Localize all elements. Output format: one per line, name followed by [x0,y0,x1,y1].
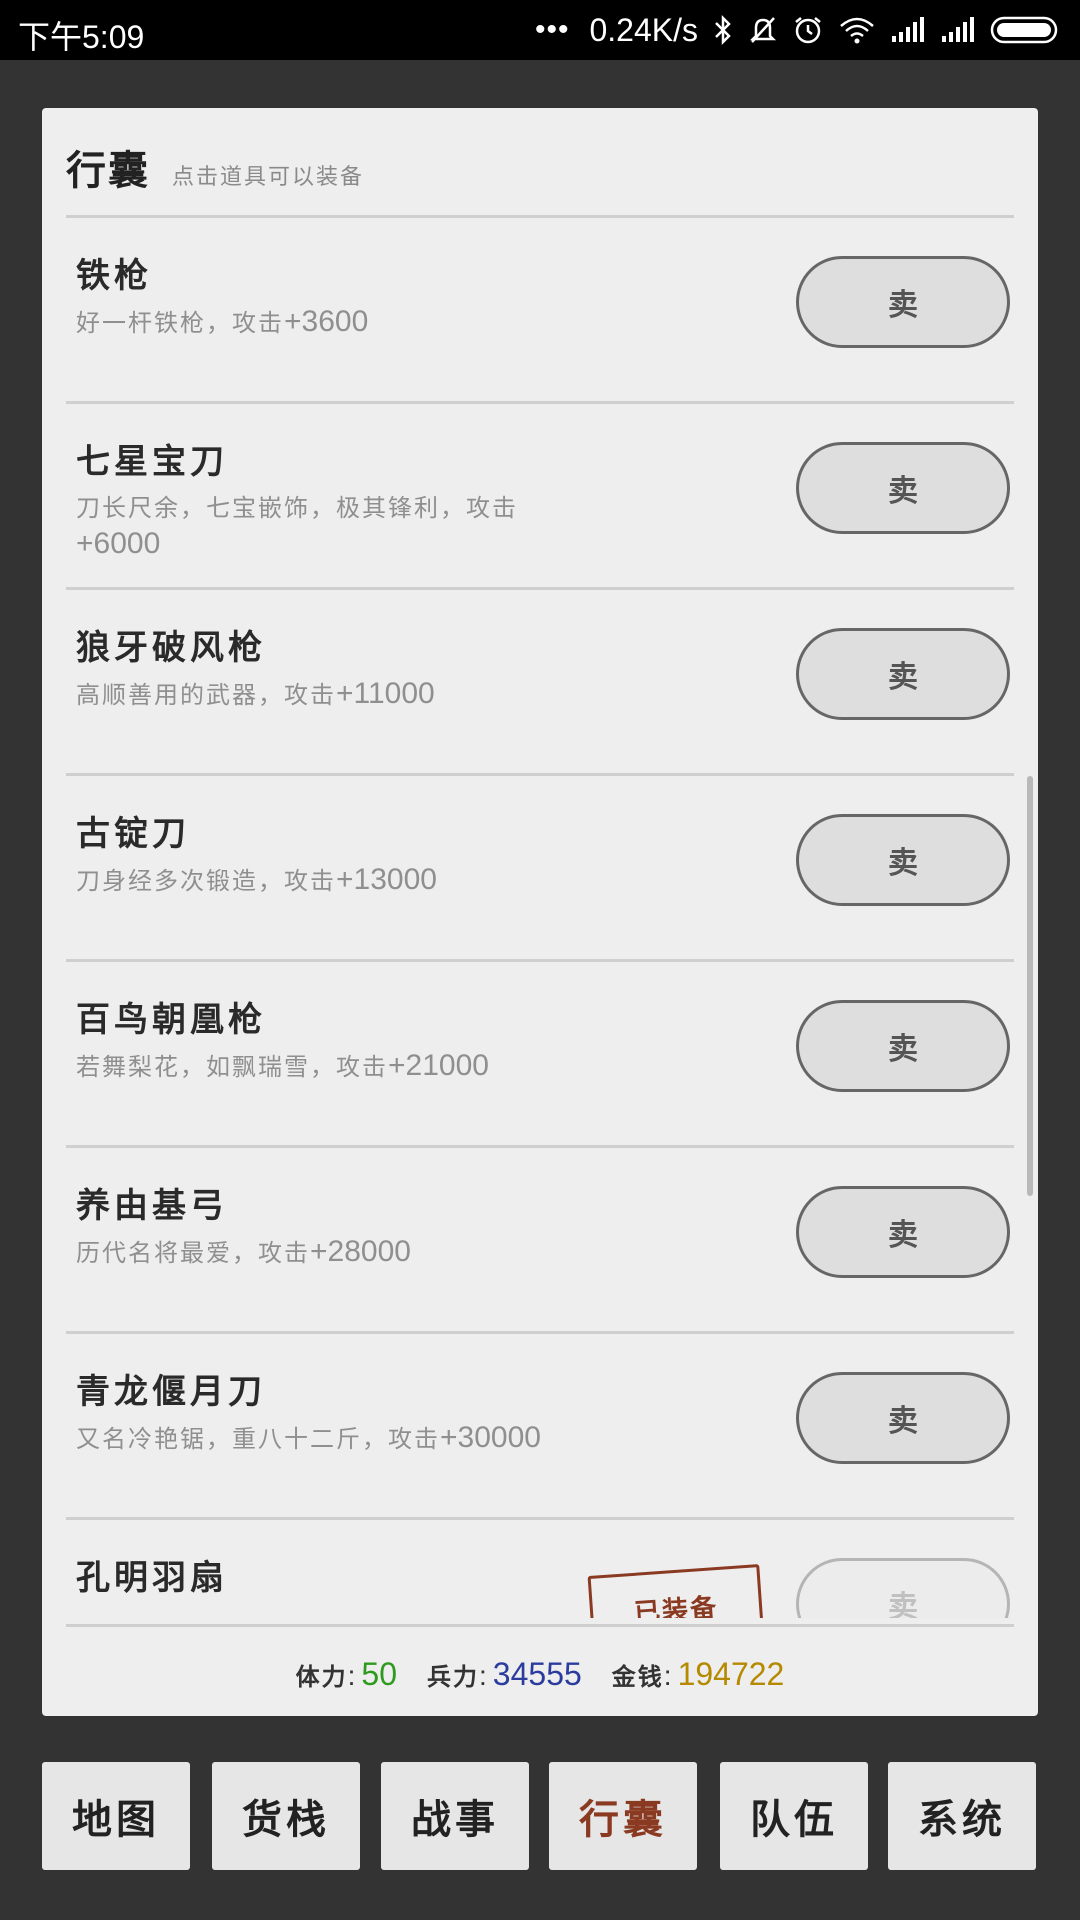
list-item[interactable]: 养由基弓 历代名将最爱，攻击+28000 卖 [66,1148,1014,1334]
troops-value: 34555 [492,1655,582,1692]
wifi-icon [838,14,876,46]
item-name: 狼牙破风枪 [76,628,266,668]
panel-hint: 点击道具可以装备 [172,165,365,190]
item-name: 铁枪 [76,256,152,296]
sell-button[interactable]: 卖 [796,1000,1010,1092]
troops-stat: 兵力 : 34555 [427,1655,582,1692]
item-desc: 又名冷艳锯，重八十二斤，攻击+30000 [76,1421,541,1454]
signal-icon [890,16,926,44]
list-bottom-divider [66,1624,1014,1627]
equipped-stamp: 已装备 [587,1564,765,1618]
item-desc: 刀身经多次锻造，攻击+13000 [76,863,437,896]
item-desc: 刀长尺余，七宝嵌饰，极其锋利，攻击+6000 [76,494,518,560]
item-desc: 高顺善用的武器，攻击+11000 [76,677,435,710]
item-name: 百鸟朝凰枪 [76,1000,266,1040]
list-item[interactable]: 百鸟朝凰枪 若舞梨花，如飘瑞雪，攻击+21000 卖 [66,962,1014,1148]
battery-icon [990,15,1062,45]
item-name: 养由基弓 [76,1186,228,1226]
bottom-nav: 地图 货栈 战事 行囊 队伍 系统 [42,1762,1038,1870]
sell-button[interactable]: 卖 [796,1558,1010,1618]
status-bar: 下午5:09 ••• 0.24K/s [0,0,1080,60]
list-item[interactable]: 狼牙破风枪 高顺善用的武器，攻击+11000 卖 [66,590,1014,776]
stamina-value: 50 [361,1655,398,1692]
list-item[interactable]: 铁枪 好一杆铁枪，攻击+3600 卖 [66,218,1014,404]
money-value: 194722 [677,1655,785,1692]
nav-map-button[interactable]: 地图 [42,1762,190,1870]
list-item[interactable]: 古锭刀 刀身经多次锻造，攻击+13000 卖 [66,776,1014,962]
sell-button[interactable]: 卖 [796,442,1010,534]
network-speed: 0.24K/s [589,11,698,48]
list-item[interactable]: 孔明羽扇 已装备 卖 [66,1520,1014,1618]
stamina-stat: 体力 : 50 [295,1655,398,1692]
stats-bar: 体力 : 50 兵力 : 34555 金钱 : 194722 [42,1644,1038,1704]
alarm-icon [792,14,824,46]
nav-battle-button[interactable]: 战事 [381,1762,529,1870]
troops-label: 兵力 [427,1661,480,1691]
bag-panel: 行囊 点击道具可以装备 铁枪 好一杆铁枪，攻击+3600 卖 七星宝刀 刀长尺余… [42,108,1038,1716]
sell-button[interactable]: 卖 [796,256,1010,348]
stamina-label: 体力 [295,1661,348,1691]
nav-team-button[interactable]: 队伍 [720,1762,868,1870]
list-item[interactable]: 七星宝刀 刀长尺余，七宝嵌饰，极其锋利，攻击+6000 卖 [66,404,1014,590]
item-name: 古锭刀 [76,814,190,854]
nav-shop-button[interactable]: 货栈 [212,1762,360,1870]
scrollbar[interactable] [1027,776,1033,1196]
sell-button[interactable]: 卖 [796,814,1010,906]
bluetooth-icon [712,14,734,46]
item-name: 孔明羽扇 [76,1558,228,1598]
item-desc: 历代名将最爱，攻击+28000 [76,1235,411,1268]
more-dots-icon: ••• [534,13,570,46]
item-name: 青龙偃月刀 [76,1372,266,1412]
mute-bell-icon [748,14,778,46]
sell-button[interactable]: 卖 [796,1186,1010,1278]
nav-system-button[interactable]: 系统 [888,1762,1036,1870]
status-icons: ••• 0.24K/s [535,0,1062,60]
item-list[interactable]: 铁枪 好一杆铁枪，攻击+3600 卖 七星宝刀 刀长尺余，七宝嵌饰，极其锋利，攻… [42,218,1038,1716]
sell-button[interactable]: 卖 [796,628,1010,720]
item-desc: 好一杆铁枪，攻击+3600 [76,305,369,338]
panel-header: 行囊 点击道具可以装备 [66,138,364,198]
signal-icon [940,16,976,44]
money-stat: 金钱 : 194722 [611,1655,785,1692]
item-desc: 若舞梨花，如飘瑞雪，攻击+21000 [76,1049,489,1082]
page-title: 行囊 [66,147,150,194]
sell-button[interactable]: 卖 [796,1372,1010,1464]
list-item[interactable]: 青龙偃月刀 又名冷艳锯，重八十二斤，攻击+30000 卖 [66,1334,1014,1520]
status-time: 下午5:09 [18,19,145,55]
money-label: 金钱 [611,1661,664,1691]
nav-bag-button[interactable]: 行囊 [549,1762,697,1870]
item-name: 七星宝刀 [76,442,228,482]
